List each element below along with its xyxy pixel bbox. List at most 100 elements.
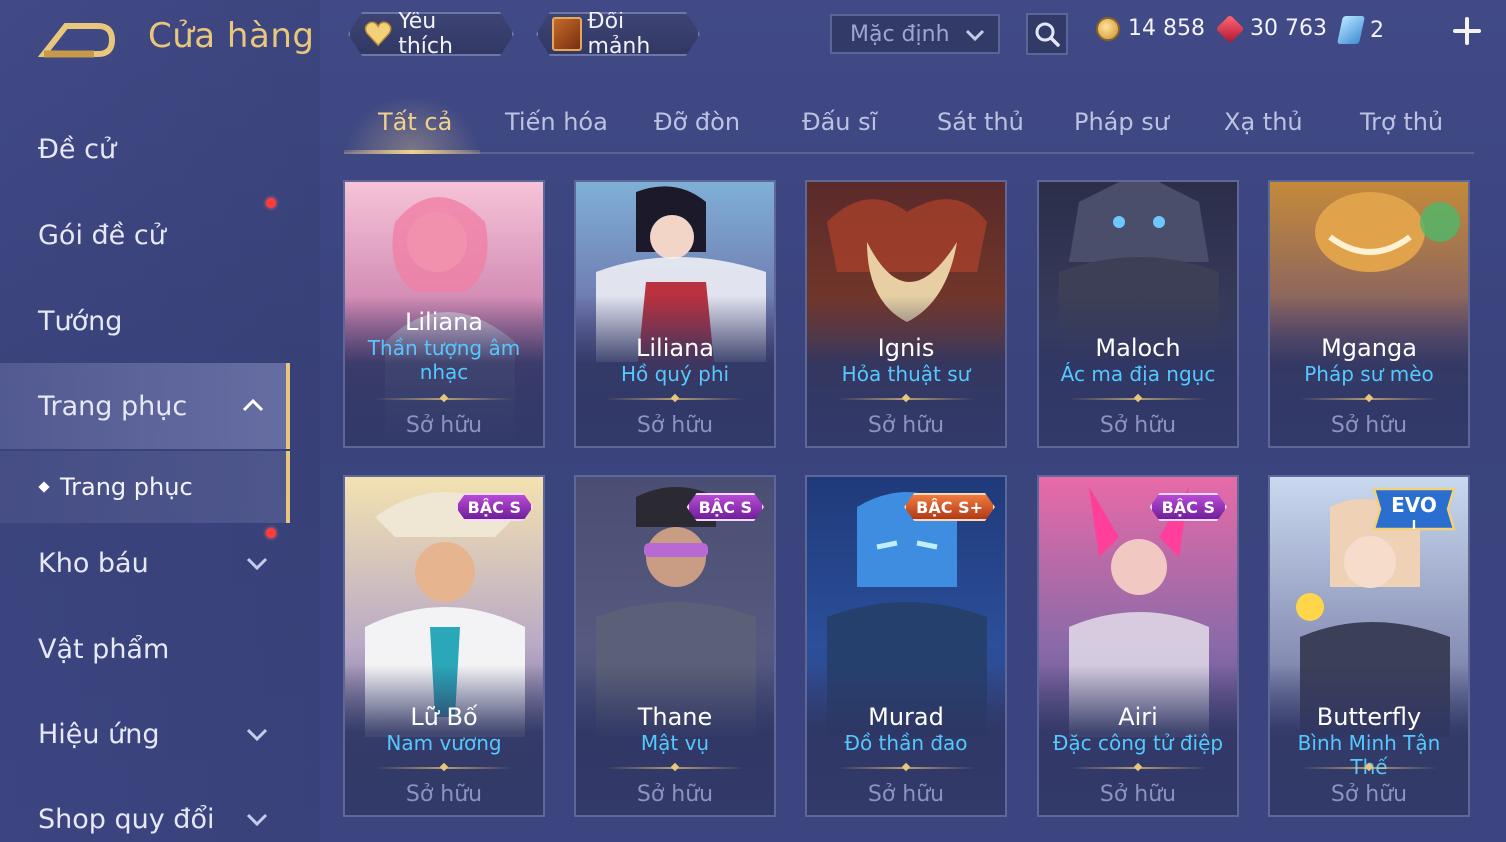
ticket-icon [1337, 16, 1365, 44]
ruby-currency: 30 763 [1215, 14, 1327, 43]
sidebar-subitem-skins[interactable]: Trang phục [0, 451, 290, 523]
evo-badge-icon: EVO I [1372, 487, 1456, 532]
chevron-up-icon [242, 398, 264, 412]
sidebar-item-label: Shop quy đổi [38, 803, 215, 835]
sidebar-item-heroes[interactable]: Tướng [0, 278, 290, 364]
sidebar-item-label: Đề cử [38, 133, 117, 165]
tab-evolution[interactable]: Tiến hóa [505, 108, 608, 136]
ticket-amount: 2 [1370, 17, 1384, 43]
tab-marksman[interactable]: Xạ thủ [1224, 108, 1303, 136]
card-divider [837, 398, 975, 400]
card-divider [837, 767, 975, 769]
sidebar-item-bundles[interactable]: Gói đề cử [0, 192, 290, 278]
tier-badge: BẬC S+ [904, 493, 995, 521]
sidebar-item-exchange-shop[interactable]: Shop quy đổi [0, 776, 290, 842]
page-title: Cửa hàng [148, 16, 315, 56]
tab-fighter[interactable]: Đấu sĩ [802, 108, 877, 136]
hero-name: Thane [637, 703, 713, 731]
skin-name: Thần tượng âm nhạc [367, 336, 521, 384]
ownership-status: Sở hữu [636, 782, 714, 807]
ownership-status: Sở hữu [1099, 413, 1177, 438]
treasure-chest-icon [552, 17, 582, 51]
hero-name: Mganga [1321, 334, 1417, 362]
skin-card[interactable]: BẬC S+ Murad Đồ thần đao Sở hữu [805, 475, 1007, 817]
skin-card[interactable]: Maloch Ác ma địa ngục Sở hữu [1037, 180, 1239, 448]
card-divider [375, 398, 513, 400]
skin-name: Đặc công tử điệp [1052, 731, 1224, 755]
skin-card[interactable]: BẬC S Lữ Bố Nam vương Sở hữu [343, 475, 545, 817]
skin-card[interactable]: BẬC S Thane Mật vụ Sở hữu [574, 475, 776, 817]
chevron-down-icon [965, 29, 985, 42]
favorites-label: Yêu thích [398, 9, 453, 59]
search-button[interactable] [1026, 13, 1068, 55]
card-divider [1300, 767, 1438, 769]
category-tabs: Tất cả Tiến hóa Đỡ đòn Đấu sĩ Sát thủ Ph… [344, 96, 1474, 154]
hero-name: Lữ Bố [410, 703, 478, 731]
notification-dot [266, 528, 276, 538]
tab-mage[interactable]: Pháp sư [1074, 108, 1169, 136]
back-arrow-icon[interactable] [38, 18, 118, 62]
favorites-button[interactable]: Yêu thích [348, 12, 514, 56]
card-divider [375, 767, 513, 769]
tier-badge: BẬC S [1150, 493, 1227, 521]
ownership-status: Sở hữu [1099, 782, 1177, 807]
sidebar-item-recommended[interactable]: Đề cử [0, 106, 290, 192]
hero-name: Liliana [636, 334, 714, 362]
sidebar-item-label: Vật phẩm [38, 633, 170, 665]
ownership-status: Sở hữu [1330, 413, 1408, 438]
skin-name: Nam vương [386, 731, 502, 755]
card-divider [1069, 398, 1207, 400]
sidebar-item-label: Hiệu ứng [38, 718, 160, 750]
skin-name: Hỏa thuật sư [841, 362, 971, 386]
notification-dot [266, 198, 276, 208]
ownership-status: Sở hữu [867, 782, 945, 807]
sort-dropdown[interactable]: Mặc định [830, 14, 1000, 54]
plus-icon[interactable] [1452, 16, 1482, 46]
sidebar-item-treasure[interactable]: Kho báu [0, 520, 290, 606]
chevron-down-icon [246, 728, 268, 742]
ticket-currency: 2 [1337, 16, 1384, 44]
skin-card[interactable]: BẬC S Airi Đặc công tử điệp Sở hữu [1037, 475, 1239, 817]
tab-assassin[interactable]: Sát thủ [937, 108, 1024, 136]
chevron-down-icon [246, 813, 268, 827]
tier-badge: BẬC S [687, 493, 764, 521]
gold-coin-icon [1096, 16, 1120, 41]
hero-name: Butterfly [1316, 703, 1422, 731]
skin-card[interactable]: Ignis Hỏa thuật sư Sở hữu [805, 180, 1007, 448]
shop-screen: Cửa hàng Yêu thích Đổi mảnh Mặc định 14 … [0, 0, 1506, 842]
sidebar-item-label: Trang phục [38, 390, 188, 422]
tier-badge: BẬC S [456, 493, 533, 521]
shard-exchange-button[interactable]: Đổi mảnh [536, 12, 700, 56]
skin-card[interactable]: Liliana Hồ quý phi Sở hữu [574, 180, 776, 448]
gold-amount: 14 858 [1128, 16, 1205, 41]
ownership-status: Sở hữu [405, 413, 483, 438]
search-icon [1035, 22, 1060, 47]
sort-selected-value: Mặc định [850, 21, 950, 47]
skin-name: Pháp sư mèo [1304, 362, 1434, 386]
tab-tank[interactable]: Đỡ đòn [654, 108, 740, 136]
skin-name: Bình Minh Tận Thế [1297, 731, 1441, 779]
skin-card[interactable]: EVO I Butterfly Bình Minh Tận Thế Sở hữu [1268, 475, 1470, 817]
ownership-status: Sở hữu [1330, 782, 1408, 807]
skin-name: Mật vụ [640, 731, 710, 755]
sidebar-item-items[interactable]: Vật phẩm [0, 606, 290, 692]
tab-support[interactable]: Trợ thủ [1360, 108, 1443, 136]
tab-all[interactable]: Tất cả [378, 108, 452, 136]
hero-name: Liliana [405, 308, 483, 336]
sidebar-item-label: Gói đề cử [38, 219, 166, 251]
card-divider [606, 767, 744, 769]
card-divider [1069, 767, 1207, 769]
skin-card[interactable]: Liliana Thần tượng âm nhạc Sở hữu [343, 180, 545, 448]
ruby-amount: 30 763 [1250, 16, 1327, 41]
heart-icon [364, 20, 392, 48]
card-divider [606, 398, 744, 400]
sidebar-item-effects[interactable]: Hiệu ứng [0, 691, 290, 777]
evo-badge-level: I [1412, 518, 1416, 532]
hero-name: Ignis [877, 334, 935, 362]
sidebar: Đề cử Gói đề cử Tướng Trang phục Trang p… [0, 100, 292, 842]
hero-name: Murad [868, 703, 944, 731]
skin-card[interactable]: Mganga Pháp sư mèo Sở hữu [1268, 180, 1470, 448]
gold-currency: 14 858 [1096, 16, 1205, 41]
diamond-bullet-icon [38, 481, 50, 493]
sidebar-item-skins[interactable]: Trang phục [0, 363, 290, 449]
